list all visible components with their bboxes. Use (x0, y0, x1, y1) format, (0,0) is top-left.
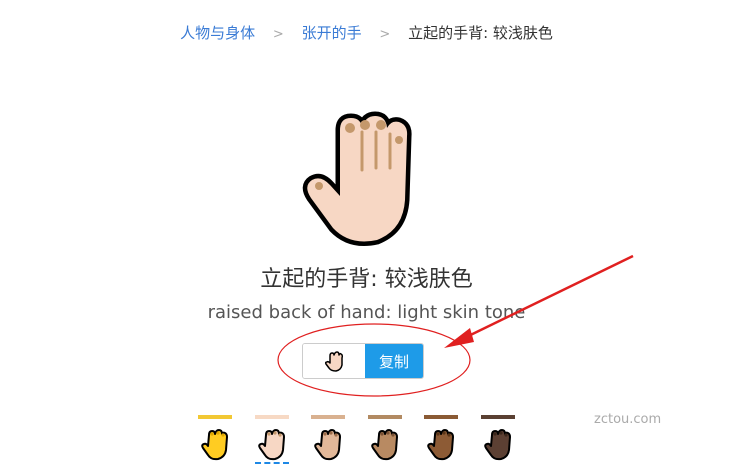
skin-tone-option[interactable] (422, 415, 460, 471)
watermark: zctou.com (594, 412, 662, 427)
skin-tone-selector (196, 415, 536, 471)
skin-tone-option[interactable] (253, 415, 291, 471)
skin-tone-bar (198, 415, 232, 419)
emoji-preview-hand-icon (295, 100, 425, 250)
hand-icon (370, 429, 398, 461)
skin-tone-option[interactable] (309, 415, 347, 471)
skin-tone-option[interactable] (366, 415, 404, 471)
hand-icon (483, 429, 511, 461)
skin-tone-bar (424, 415, 458, 419)
skin-tone-bar (311, 415, 345, 419)
skin-tone-bar (254, 415, 289, 419)
hand-icon (201, 429, 228, 461)
hand-icon (427, 429, 454, 461)
hand-icon (314, 429, 341, 461)
annotation-arrow-icon (444, 254, 634, 348)
breadcrumb-separator: > (272, 27, 284, 42)
skin-tone-option[interactable] (196, 415, 234, 471)
hand-icon (257, 429, 285, 461)
skin-tone-option[interactable] (479, 415, 517, 471)
breadcrumb-link-raised-hand[interactable]: 张开的手 (302, 24, 362, 42)
breadcrumb-current: 立起的手背: 较浅肤色 (408, 24, 553, 42)
selected-indicator (254, 462, 289, 464)
skin-tone-bar (367, 415, 402, 419)
breadcrumb-link-people-body[interactable]: 人物与身体 (180, 24, 255, 42)
breadcrumb-separator: > (379, 27, 391, 42)
skin-tone-bar (480, 415, 515, 419)
breadcrumb: 人物与身体 > 张开的手 > 立起的手背: 较浅肤色 (0, 22, 733, 46)
